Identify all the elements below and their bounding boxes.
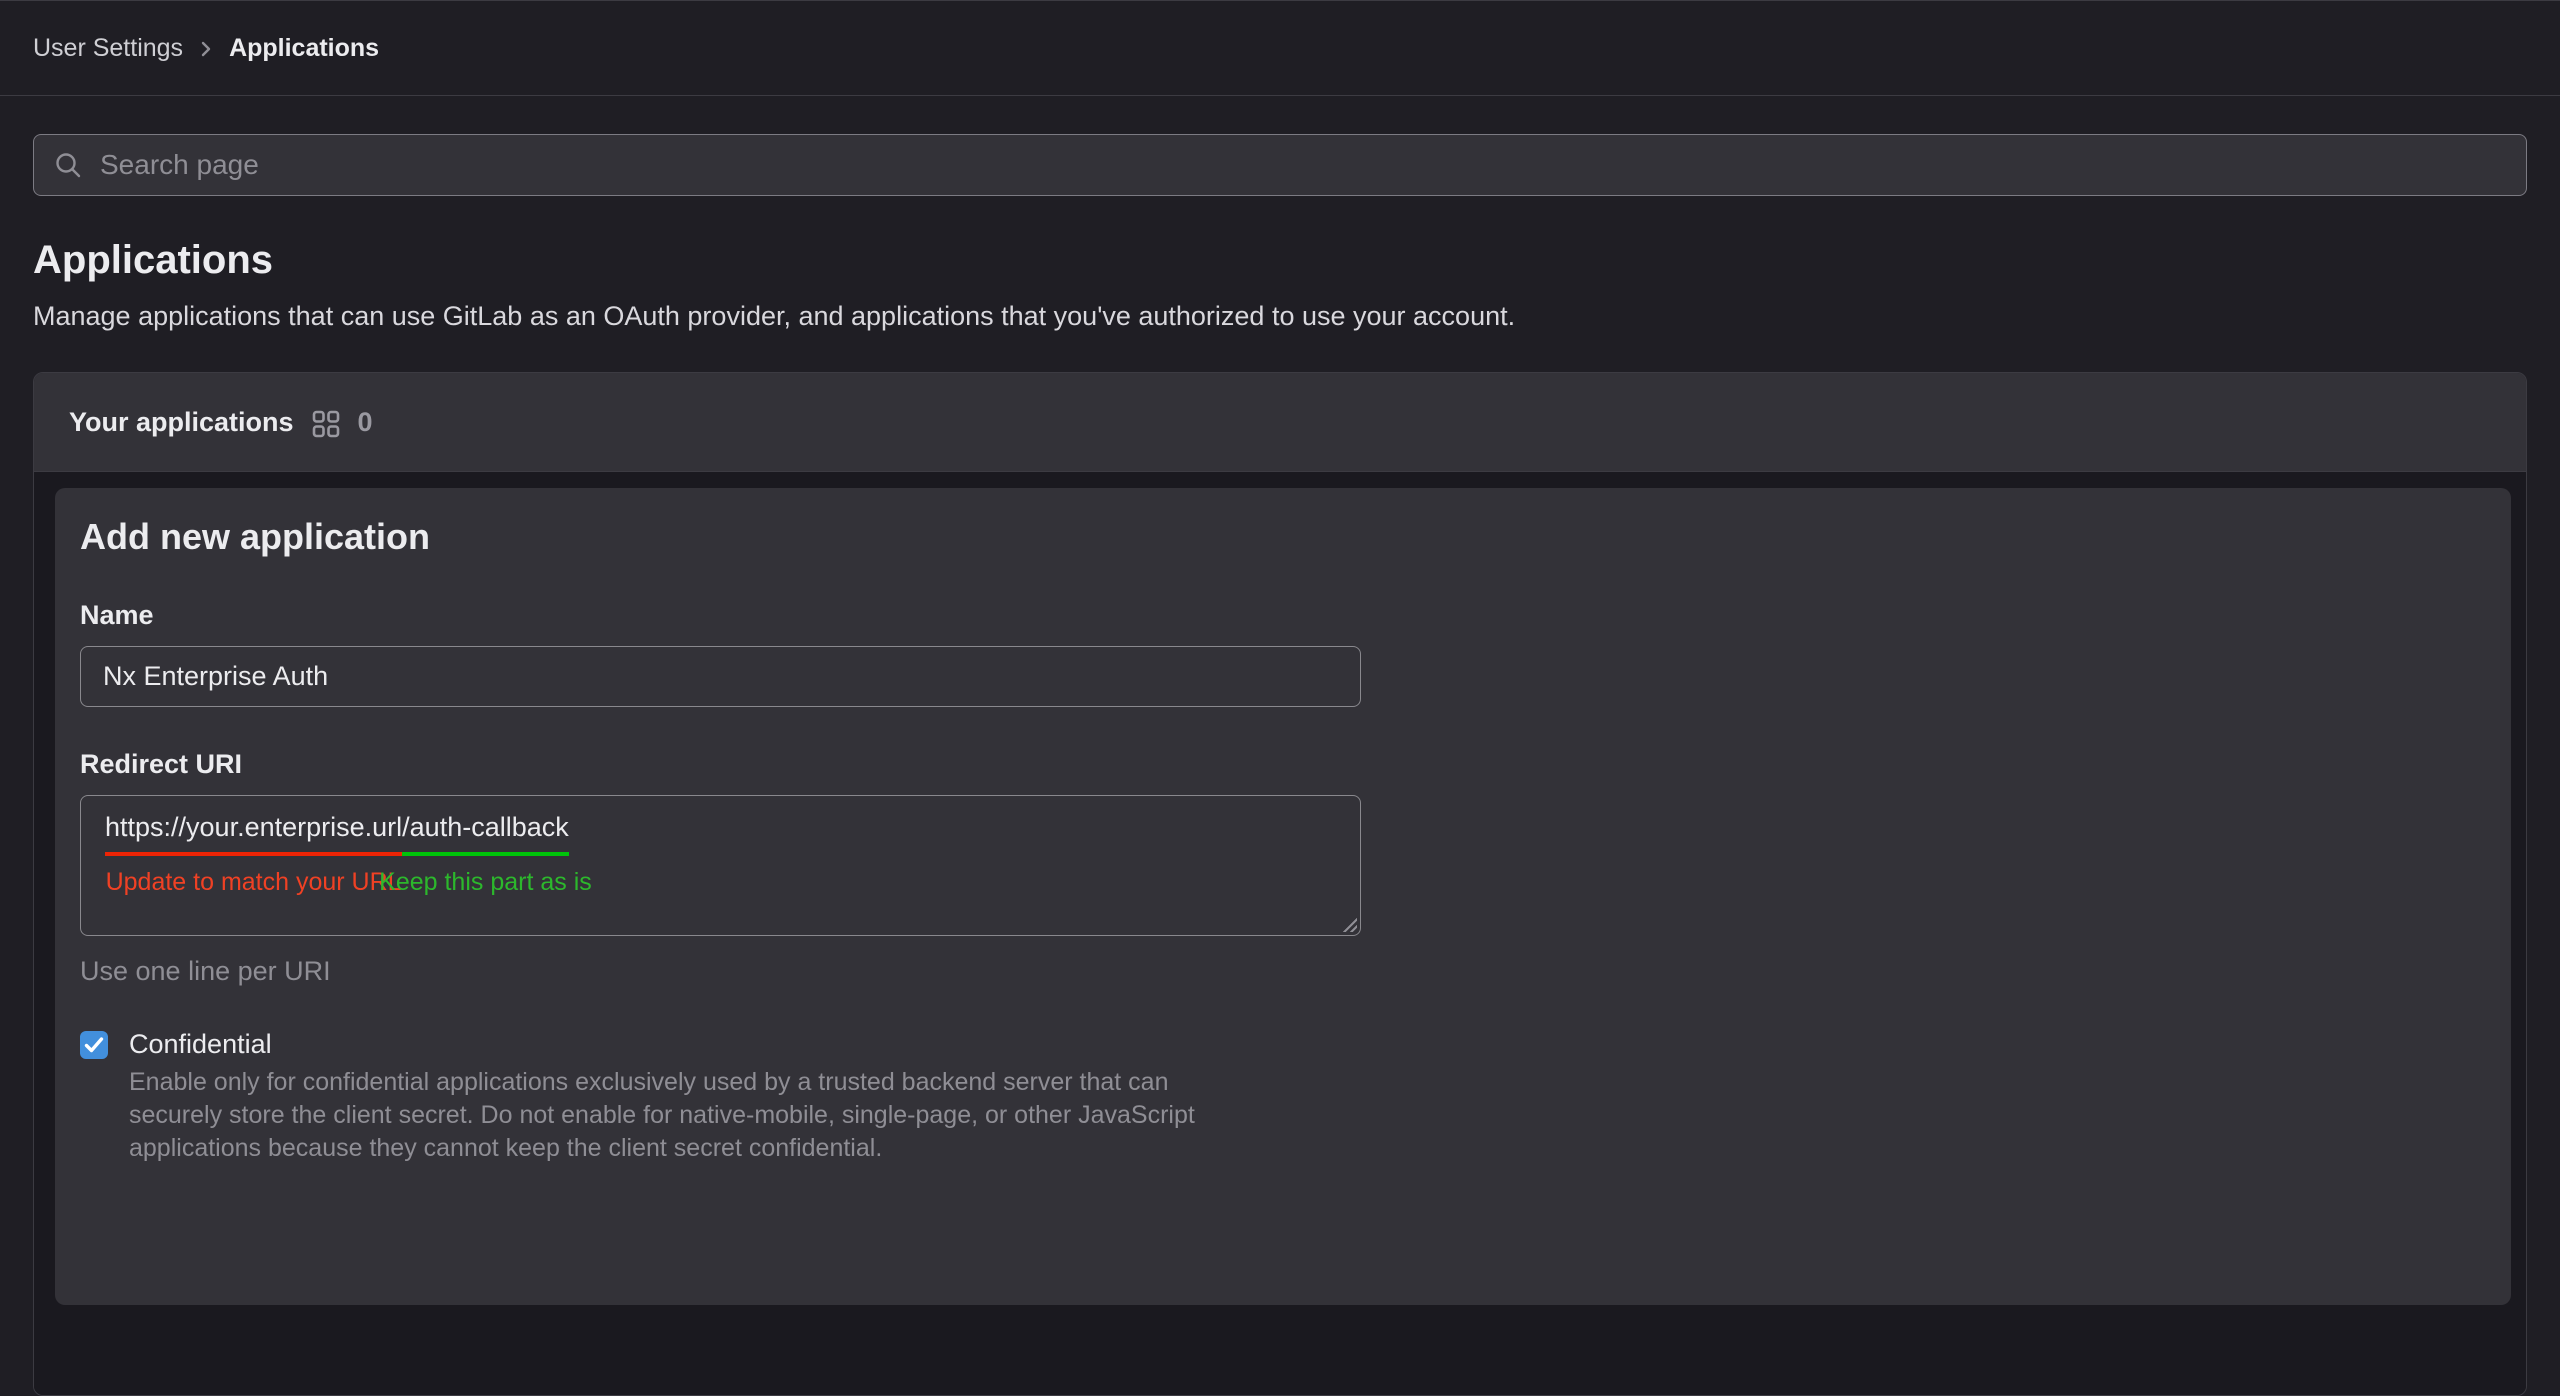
uri-annotation-cell-green: /auth-callback Keep this part as is	[402, 856, 569, 902]
your-applications-panel: Your applications 0 Add new application …	[33, 372, 2527, 1396]
uri-helper-text: Use one line per URI	[80, 956, 2477, 987]
annotation-keep-part: Keep this part as is	[379, 868, 592, 897]
chevron-right-icon	[199, 38, 213, 60]
page-title: Applications	[33, 238, 2527, 283]
search-bar[interactable]	[33, 134, 2527, 196]
your-applications-header: Your applications 0	[34, 373, 2526, 472]
breadcrumb-user-settings[interactable]: User Settings	[33, 34, 183, 63]
uri-part-host: https://your.enterprise.url	[105, 809, 402, 856]
uri-annotations: https://your.enterprise.url Update to ma…	[105, 856, 1336, 902]
your-applications-title: Your applications	[69, 407, 294, 438]
redirect-uri-value: https://your.enterprise.url/auth-callbac…	[105, 809, 1336, 856]
redirect-uri-textarea[interactable]: https://your.enterprise.url/auth-callbac…	[80, 795, 1361, 936]
breadcrumb-applications[interactable]: Applications	[229, 34, 379, 63]
add-application-title: Add new application	[80, 516, 2477, 558]
confidential-label[interactable]: Confidential	[129, 1029, 272, 1060]
main-content: Applications Manage applications that ca…	[0, 134, 2560, 1396]
search-input[interactable]	[98, 148, 2507, 182]
textarea-resize-handle[interactable]	[1340, 915, 1357, 932]
applications-grid-icon	[311, 409, 341, 439]
add-application-card: Add new application Name Redirect URI ht…	[55, 488, 2511, 1305]
annotation-update-url: Update to match your URL	[106, 868, 402, 897]
redirect-uri-label: Redirect URI	[80, 749, 2477, 780]
confidential-row: Confidential	[80, 1029, 2477, 1060]
confidential-help-text: Enable only for confidential application…	[129, 1066, 1259, 1165]
your-applications-body: Add new application Name Redirect URI ht…	[34, 472, 2526, 1395]
breadcrumb: User Settings Applications	[33, 34, 379, 63]
uri-annotation-cell-red: https://your.enterprise.url Update to ma…	[105, 856, 402, 902]
uri-part-path: /auth-callback	[402, 809, 569, 856]
applications-count-badge: 0	[358, 407, 373, 438]
name-label: Name	[80, 600, 2477, 631]
confidential-checkbox[interactable]	[80, 1031, 108, 1059]
search-icon	[53, 150, 83, 180]
breadcrumb-bar: User Settings Applications	[0, 0, 2560, 96]
page-description: Manage applications that can use GitLab …	[33, 301, 2527, 332]
application-name-input[interactable]	[80, 646, 1361, 707]
